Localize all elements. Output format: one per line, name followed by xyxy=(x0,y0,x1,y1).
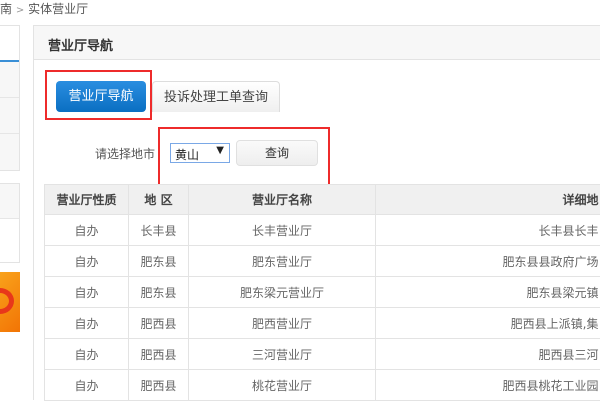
table-header-row: 营业厅性质 地 区 营业厅名称 详细地 xyxy=(45,185,600,215)
header-address: 详细地 xyxy=(376,185,600,215)
header-type: 营业厅性质 xyxy=(45,185,129,215)
breadcrumb-current: 实体营业厅 xyxy=(28,2,88,16)
sidebar-item[interactable] xyxy=(0,184,19,219)
cell-region: 肥东县 xyxy=(129,277,189,308)
cell-region: 肥西县 xyxy=(129,370,189,401)
cell-address: 肥东县梁元镇 xyxy=(376,277,600,308)
cell-name: 肥东营业厅 xyxy=(189,246,376,277)
cell-address: 肥西县上派镇,集 xyxy=(376,308,600,339)
header-name: 营业厅名称 xyxy=(189,185,376,215)
breadcrumb-prev[interactable]: 南 xyxy=(0,2,12,16)
header-region: 地 区 xyxy=(129,185,189,215)
cell-type: 自办 xyxy=(45,215,129,246)
cell-type: 自办 xyxy=(45,370,129,401)
table-row: 自办肥西县肥西营业厅肥西县上派镇,集 xyxy=(45,308,600,339)
cell-address: 肥东县县政府广场 xyxy=(376,246,600,277)
table-row: 自办长丰县长丰营业厅长丰县长丰 xyxy=(45,215,600,246)
breadcrumb-separator: > xyxy=(16,5,24,16)
cell-name: 长丰营业厅 xyxy=(189,215,376,246)
sidebar-menu xyxy=(0,25,20,171)
highlight-box-tab xyxy=(45,70,152,120)
cell-region: 肥东县 xyxy=(129,246,189,277)
cell-address: 肥西县三河 xyxy=(376,339,600,370)
cell-name: 肥东梁元营业厅 xyxy=(189,277,376,308)
cell-region: 肥西县 xyxy=(129,308,189,339)
hall-table: 营业厅性质 地 区 营业厅名称 详细地 自办长丰县长丰营业厅长丰县长丰自办肥东县… xyxy=(44,184,600,401)
cell-address: 长丰县长丰 xyxy=(376,215,600,246)
table-row: 自办肥东县肥东营业厅肥东县县政府广场 xyxy=(45,246,600,277)
cell-type: 自办 xyxy=(45,339,129,370)
sidebar-item[interactable] xyxy=(0,62,19,98)
table-row: 自办肥东县肥东梁元营业厅肥东县梁元镇 xyxy=(45,277,600,308)
highlight-box-filter xyxy=(158,127,330,188)
cell-name: 肥西营业厅 xyxy=(189,308,376,339)
table-row: 自办肥西县三河营业厅肥西县三河 xyxy=(45,339,600,370)
cell-type: 自办 xyxy=(45,277,129,308)
cell-address: 肥西县桃花工业园 xyxy=(376,370,600,401)
cell-type: 自办 xyxy=(45,246,129,277)
brand-logo-image xyxy=(0,272,20,332)
sidebar-item[interactable] xyxy=(0,26,19,62)
cell-type: 自办 xyxy=(45,308,129,339)
table-row: 自办肥西县桃花营业厅肥西县桃花工业园 xyxy=(45,370,600,401)
sidebar-item[interactable] xyxy=(0,134,19,170)
breadcrumb: 南 > 实体营业厅 xyxy=(0,0,88,17)
sidebar-box xyxy=(0,183,20,263)
city-filter-label: 请选择地市 xyxy=(95,145,155,162)
panel-title: 营业厅导航 xyxy=(34,26,600,60)
cell-name: 三河营业厅 xyxy=(189,339,376,370)
tab-complaint-query[interactable]: 投诉处理工单查询 xyxy=(152,81,280,112)
sidebar-item[interactable] xyxy=(0,98,19,134)
cell-name: 桃花营业厅 xyxy=(189,370,376,401)
cell-region: 肥西县 xyxy=(129,339,189,370)
cell-region: 长丰县 xyxy=(129,215,189,246)
